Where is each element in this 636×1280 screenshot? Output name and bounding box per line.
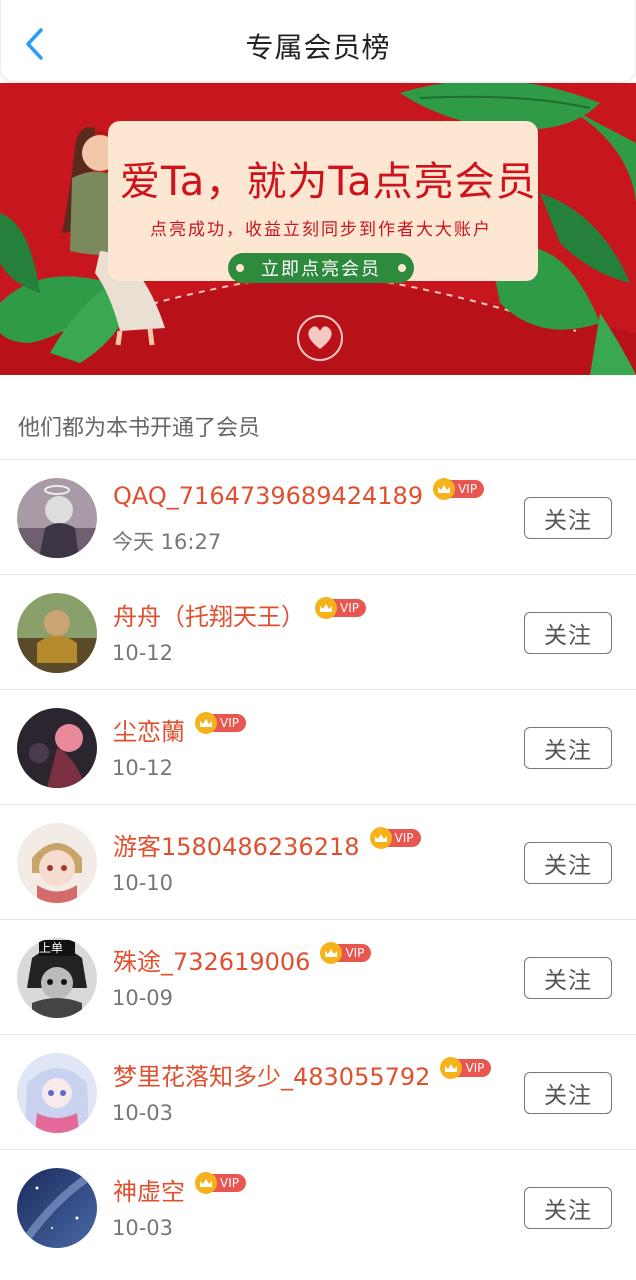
vip-badge: VIP bbox=[433, 478, 485, 500]
open-time: 10-12 bbox=[112, 756, 174, 780]
member-list: QAQ_7164739689424189 VIP 今天 16:27 关注 舟舟（… bbox=[0, 459, 636, 1264]
member-row[interactable]: 上单 殊途_732619006 VIP 10-09 关注 bbox=[0, 919, 636, 1034]
banner-headline: 爱Ta，就为Ta点亮会员 bbox=[120, 159, 537, 205]
member-name[interactable]: 尘恋蘭 bbox=[113, 712, 185, 747]
member-name[interactable]: 殊途_732619006 bbox=[113, 942, 310, 977]
crown-icon bbox=[320, 941, 343, 964]
vip-badge: VIP bbox=[440, 1056, 492, 1079]
avatar-badge: 上单 bbox=[39, 941, 64, 955]
member-name[interactable]: QAQ_7164739689424189 bbox=[113, 482, 423, 510]
avatar[interactable]: 上单 bbox=[17, 938, 97, 1018]
vip-badge: VIP bbox=[195, 711, 246, 734]
follow-button[interactable]: 关注 bbox=[524, 1187, 612, 1229]
crown-icon bbox=[433, 478, 456, 500]
vip-badge: VIP bbox=[315, 596, 366, 619]
page-title: 专属会员榜 bbox=[245, 31, 391, 64]
banner-subtitle: 点亮成功，收益立刻同步到作者大大账户 bbox=[150, 220, 492, 240]
vip-badge: VIP bbox=[369, 826, 421, 849]
member-name[interactable]: 游客1580486236218 bbox=[113, 827, 360, 862]
open-time: 10-12 bbox=[112, 641, 174, 665]
open-time: 10-09 bbox=[112, 986, 174, 1010]
follow-button[interactable]: 关注 bbox=[524, 1072, 612, 1114]
avatar[interactable] bbox=[17, 1168, 97, 1248]
member-row[interactable]: 神虚空 VIP 10-03 关注 bbox=[0, 1149, 636, 1264]
follow-button[interactable]: 关注 bbox=[524, 497, 612, 539]
avatar[interactable] bbox=[17, 708, 97, 788]
open-time: 10-03 bbox=[112, 1216, 174, 1240]
promo-banner[interactable]: 爱Ta，就为Ta点亮会员 点亮成功，收益立刻同步到作者大大账户 立即点亮会员 bbox=[0, 83, 636, 375]
crown-icon bbox=[369, 826, 392, 849]
member-name[interactable]: 梦里花落知多少_483055792 bbox=[113, 1057, 430, 1092]
crown-icon bbox=[195, 711, 217, 734]
open-time: 10-03 bbox=[112, 1101, 174, 1125]
crown-icon bbox=[195, 1171, 217, 1194]
follow-button[interactable]: 关注 bbox=[524, 957, 612, 999]
member-row[interactable]: 梦里花落知多少_483055792 VIP 10-03 关注 bbox=[0, 1034, 636, 1149]
vip-badge: VIP bbox=[195, 1171, 246, 1194]
open-time: 今天 16:27 bbox=[112, 530, 222, 554]
vip-badge: VIP bbox=[320, 941, 372, 964]
member-name[interactable]: 神虚空 bbox=[113, 1172, 185, 1207]
avatar[interactable] bbox=[17, 478, 97, 558]
top-nav-bar: 专属会员榜 bbox=[0, 0, 636, 82]
crown-icon bbox=[315, 596, 337, 619]
section-title: 他们都为本书开通了会员 bbox=[18, 416, 261, 441]
member-row[interactable]: 游客1580486236218 VIP 10-10 关注 bbox=[0, 804, 636, 919]
avatar[interactable] bbox=[17, 1053, 97, 1133]
member-row[interactable]: 尘恋蘭 VIP 10-12 关注 bbox=[0, 689, 636, 804]
open-time: 10-10 bbox=[112, 871, 174, 895]
follow-button[interactable]: 关注 bbox=[524, 842, 612, 884]
follow-button[interactable]: 关注 bbox=[524, 612, 612, 654]
avatar[interactable] bbox=[17, 823, 97, 903]
crown-icon bbox=[440, 1056, 463, 1079]
member-name[interactable]: 舟舟（托翔天王） bbox=[113, 597, 305, 632]
member-row[interactable]: QAQ_7164739689424189 VIP 今天 16:27 关注 bbox=[0, 459, 636, 574]
follow-button[interactable]: 关注 bbox=[524, 727, 612, 769]
avatar[interactable] bbox=[17, 593, 97, 673]
member-row[interactable]: 舟舟（托翔天王） VIP 10-12 关注 bbox=[0, 574, 636, 689]
activate-membership-button[interactable]: 立即点亮会员 bbox=[228, 253, 414, 283]
